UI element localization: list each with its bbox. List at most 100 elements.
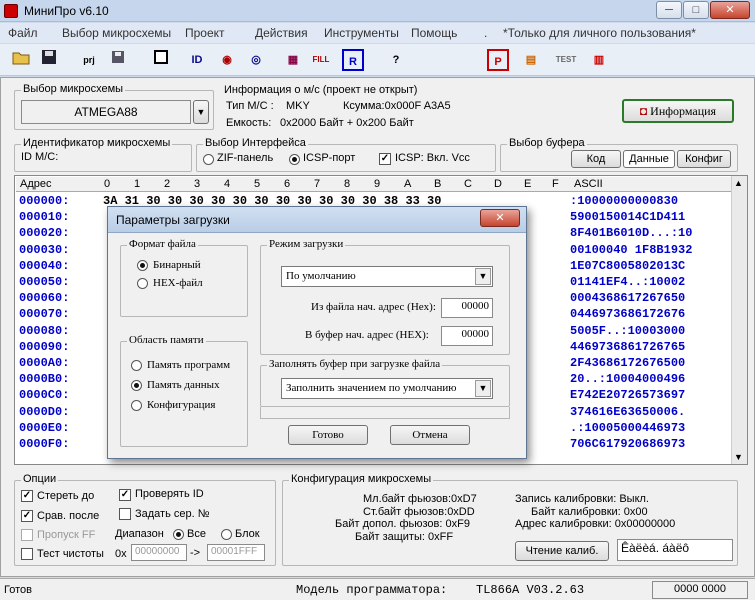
zif-radio[interactable] [203, 154, 214, 165]
range-all-radio[interactable] [173, 529, 184, 540]
program-icon[interactable]: P [487, 49, 509, 71]
hex-row-ascii: 1E07C8005802013C [570, 258, 686, 273]
calibration-display: Êàëèá. áàëô [617, 539, 733, 561]
edit-icon[interactable]: ▤ [520, 49, 542, 71]
hex-row-address: 000010: [19, 210, 70, 225]
r-icon[interactable]: R [342, 49, 364, 71]
hex-row-address: 000090: [19, 339, 70, 354]
range-from-input[interactable]: 00000000 [131, 544, 187, 561]
close-button[interactable]: ✕ [710, 1, 750, 19]
hex-row-ascii: 0004368617267650 [570, 291, 686, 306]
tab-config[interactable]: Конфиг [677, 150, 731, 168]
hex-row-ascii: :10000000000830 [570, 194, 679, 208]
menu-file[interactable]: Файл [8, 26, 38, 40]
fill-icon[interactable]: FILL [310, 49, 332, 71]
dialog-close-button[interactable]: ✕ [480, 209, 520, 227]
dialog-title-bar: Параметры загрузки ✕ [108, 207, 526, 233]
cancel-button[interactable]: Отмена [390, 425, 470, 445]
write-icon[interactable]: ▦ [282, 49, 304, 71]
scroll-up-icon[interactable]: ▲ [734, 178, 743, 188]
hex-row-address: 000050: [19, 275, 70, 289]
save-icon[interactable] [38, 49, 60, 71]
menu-actions[interactable]: Действия [255, 26, 308, 40]
open-project-icon[interactable]: prj [78, 49, 100, 71]
blank-test-checkbox[interactable] [21, 548, 33, 560]
chip-small-icon: ◘ [639, 104, 651, 118]
ok-button[interactable]: Готово [288, 425, 368, 445]
info-button[interactable]: ◘ Информация [622, 99, 734, 123]
config-memory-radio[interactable] [131, 400, 142, 411]
erase-checkbox[interactable]: ✓ [21, 490, 33, 502]
read-id-icon[interactable]: ID [186, 49, 208, 71]
icsp-radio[interactable] [289, 154, 300, 165]
test-icon[interactable]: TEST [555, 49, 577, 71]
read-icon[interactable]: ◉ [216, 49, 238, 71]
buffer-start-address-input[interactable]: 00000 [441, 326, 493, 346]
progress-area [260, 407, 510, 419]
hex-row-address: 0000E0: [19, 420, 70, 435]
program-memory-radio[interactable] [131, 360, 142, 371]
hex-row-address: 000070: [19, 307, 70, 322]
chevron-down-icon: ▼ [475, 380, 491, 397]
menu-bar: Файл Выбор микросхемы Проект Действия Ин… [0, 23, 755, 43]
hex-row-address: 000040: [19, 258, 70, 273]
chip-id-group: Идентификатор микросхемы ID M/C: [14, 137, 192, 172]
menu-project[interactable]: Проект [185, 26, 225, 40]
hex-radio[interactable] [137, 278, 148, 289]
check-id-checkbox[interactable]: ✓ [119, 489, 131, 501]
hex-header: Адрес 0 1 2 3 4 5 6 7 8 9 A B C D E F AS… [16, 177, 731, 192]
ic-test-icon[interactable]: ▥ [588, 49, 610, 71]
chip-dropdown-icon[interactable]: ▼ [193, 100, 209, 124]
file-format-group: Формат файла Бинарный HEX-файл [120, 238, 248, 317]
hex-scrollbar[interactable]: ▲ ▼ [731, 176, 747, 464]
buffer-group: Выбор буфера Код Данные Конфиг [500, 137, 738, 172]
hex-row-ascii: E742E20726573697 [570, 388, 686, 403]
tab-code[interactable]: Код [571, 150, 621, 168]
menu-dot: . [484, 26, 488, 40]
fill-mode-select[interactable]: Заполнить значением по умолчанию ▼ [281, 378, 493, 399]
hex-row-ascii: 374616E63650006. [570, 404, 686, 419]
hex-row-ascii: 5900150014C1D411 [570, 210, 686, 225]
hex-row-ascii: 2F43686172676500 [570, 356, 686, 370]
read-calibration-button[interactable]: Чтение калиб. [515, 541, 609, 561]
binary-radio[interactable] [137, 260, 148, 271]
status-text: Готов [4, 584, 32, 596]
chip-icon[interactable] [150, 49, 172, 71]
verify-icon[interactable]: ◎ [245, 49, 267, 71]
vcc-checkbox[interactable]: ✓ [379, 153, 391, 165]
memory-area-group: Область памяти Память программ Память да… [120, 334, 248, 447]
data-memory-radio[interactable] [131, 380, 142, 391]
interface-group: Выбор Интерфейса ZIF-панель ICSP-порт ✓ … [196, 137, 496, 172]
hex-row-address: 0000B0: [19, 372, 70, 387]
skip-ff-checkbox[interactable] [21, 529, 33, 541]
menu-help[interactable]: Помощь [411, 26, 457, 40]
menu-license-note: *Только для личного пользования* [503, 26, 696, 40]
help-icon[interactable]: ? [385, 49, 407, 71]
set-serial-checkbox[interactable] [119, 508, 131, 520]
hex-row-ascii: 706C617920686973 [570, 437, 686, 451]
menu-tools[interactable]: Инструменты [324, 26, 399, 40]
hex-row-ascii: 20..:10004000496 [570, 372, 686, 387]
load-mode-group: Режим загрузки По умолчанию ▼ Из файла на… [260, 238, 510, 355]
chip-name-field[interactable]: ATMEGA88 [21, 100, 191, 124]
window-title: МиниПро v6.10 [24, 4, 109, 18]
status-counter: 0000 0000 [652, 581, 748, 599]
compare-after-checkbox[interactable]: ✓ [21, 510, 33, 522]
hex-row-address: 000030: [19, 242, 70, 257]
hex-row-ascii: 01141EF4..:10002 [570, 275, 686, 289]
dialog-title: Параметры загрузки [116, 213, 230, 227]
file-start-address-input[interactable]: 00000 [441, 298, 493, 318]
scroll-down-icon[interactable]: ▼ [734, 452, 743, 462]
range-to-input[interactable]: 00001FFF [207, 544, 265, 561]
range-block-radio[interactable] [221, 529, 232, 540]
app-icon [4, 4, 18, 18]
maximize-button[interactable]: □ [683, 1, 709, 19]
tab-data[interactable]: Данные [623, 150, 675, 168]
menu-chip-select[interactable]: Выбор микросхемы [62, 26, 171, 40]
save-project-icon[interactable] [108, 49, 130, 71]
open-folder-icon[interactable] [10, 49, 32, 71]
minimize-button[interactable]: ─ [656, 1, 682, 19]
status-bar: Готов Модель программатора: TL866A V03.2… [0, 578, 755, 600]
load-mode-select[interactable]: По умолчанию ▼ [281, 266, 493, 287]
hex-row-address: 0000D0: [19, 404, 70, 419]
